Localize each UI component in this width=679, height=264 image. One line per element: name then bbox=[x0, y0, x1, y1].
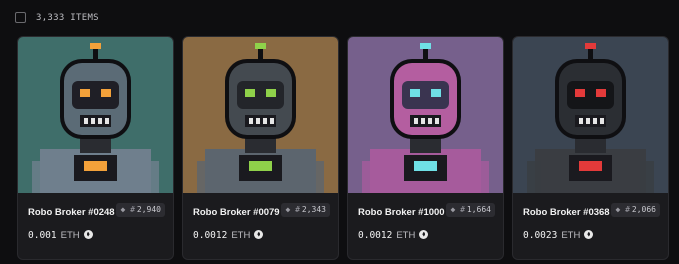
rarity-rank-badge: ◆ #2,940 bbox=[116, 203, 165, 217]
nft-price: 0.0023 ETH bbox=[523, 230, 594, 241]
nft-name: Robo Broker #0079 bbox=[193, 207, 280, 218]
nft-card[interactable]: Robo Broker #1000 ◆ #1,664 0.0012 ETH bbox=[347, 36, 504, 260]
nft-image bbox=[18, 37, 173, 193]
rank-icon: ◆ # bbox=[615, 205, 630, 214]
select-all-checkbox[interactable] bbox=[15, 12, 26, 23]
nft-image bbox=[348, 37, 503, 193]
rank-icon: ◆ # bbox=[450, 205, 465, 214]
rank-icon: ◆ # bbox=[285, 205, 300, 214]
nft-card[interactable]: Robo Broker #0368 ◆ #2,066 0.0023 ETH bbox=[512, 36, 669, 260]
nft-name: Robo Broker #0248 bbox=[28, 207, 115, 218]
nft-image bbox=[183, 37, 338, 193]
nft-price: 0.0012 ETH bbox=[358, 230, 429, 241]
nft-price: 0.001 ETH bbox=[28, 230, 93, 241]
nft-name: Robo Broker #1000 bbox=[358, 207, 445, 218]
rarity-rank-badge: ◆ #2,343 bbox=[281, 203, 330, 217]
rarity-rank-badge: ◆ #2,066 bbox=[611, 203, 660, 217]
eth-icon bbox=[584, 230, 594, 239]
nft-card[interactable]: Robo Broker #0248 ◆ #2,940 0.001 ETH bbox=[17, 36, 174, 260]
eth-icon bbox=[83, 230, 93, 239]
nft-grid: Robo Broker #0248 ◆ #2,940 0.001 ETH Robo… bbox=[0, 34, 679, 264]
toolbar: 3,333 ITEMS bbox=[0, 0, 679, 34]
rank-icon: ◆ # bbox=[120, 205, 135, 214]
eth-icon bbox=[254, 230, 264, 239]
nft-price: 0.0012 ETH bbox=[193, 230, 264, 241]
items-count: 3,333 ITEMS bbox=[36, 13, 99, 23]
rarity-rank-badge: ◆ #1,664 bbox=[446, 203, 495, 217]
nft-name: Robo Broker #0368 bbox=[523, 207, 610, 218]
nft-image bbox=[513, 37, 668, 193]
eth-icon bbox=[419, 230, 429, 239]
nft-card[interactable]: Robo Broker #0079 ◆ #2,343 0.0012 ETH bbox=[182, 36, 339, 260]
